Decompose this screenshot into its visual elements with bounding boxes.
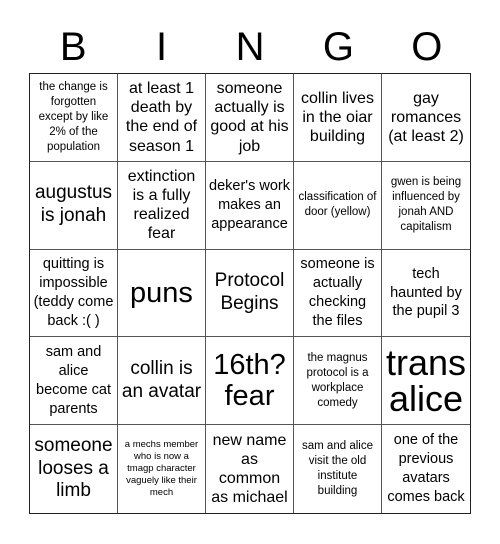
bingo-cell-r3c1[interactable]: quitting is impossible (teddy come back … [30,249,118,338]
header-letter-g: G [322,25,354,69]
bingo-cell-r4c2[interactable]: collin is an avatar [118,337,206,426]
bingo-cell-r5c4[interactable]: sam and alice visit the old institute bu… [294,425,382,513]
bingo-cell-r4c1[interactable]: sam and alice become cat parents [30,337,118,426]
bingo-cell-r5c1[interactable]: someone looses a limb [30,425,118,513]
bingo-cell-r1c2[interactable]: at least 1 death by the end of season 1 [118,74,206,162]
header-letter-b: B [59,25,87,69]
bingo-cell-r2c2[interactable]: extinction is a fully realized fear [118,161,206,250]
bingo-cell-r5c3[interactable]: new name as common as michael [206,425,294,513]
bingo-cell-r3c4[interactable]: someone is actually checking the files [294,249,382,338]
bingo-cell-r4c4[interactable]: the magnus protocol is a workplace comed… [294,337,382,426]
bingo-cell-r1c4[interactable]: collin lives in the oiar building [294,74,382,162]
bingo-cell-r5c2[interactable]: a mechs member who is now a tmagp charac… [118,425,206,513]
bingo-cell-r2c1[interactable]: augustus is jonah [30,161,118,250]
bingo-cell-r3c5[interactable]: tech haunted by the pupil 3 [382,250,470,338]
bingo-cell-r1c1[interactable]: the change is forgotten except by like 2… [30,74,118,162]
bingo-cell-r3c2[interactable]: puns [118,249,206,338]
header-letter-i: I [156,25,168,69]
bingo-cell-r4c5[interactable]: trans alice [382,337,470,426]
bingo-cell-r1c5[interactable]: gay romances (at least 2) [382,74,470,162]
bingo-board: the change is forgotten except by like 2… [29,73,471,514]
bingo-cell-r1c3[interactable]: someone actually is good at his job [206,74,294,162]
bingo-header: B I N G O [29,22,471,72]
bingo-cell-r2c5[interactable]: gwen is being influenced by jonah AND ca… [382,162,470,250]
bingo-cell-r4c3[interactable]: 16th? fear [206,337,294,426]
bingo-cell-r3c3[interactable]: Protocol Begins [206,249,294,338]
bingo-cell-r2c4[interactable]: classification of door (yellow) [294,161,382,250]
bingo-cell-r2c3[interactable]: deker's work makes an appearance [206,161,294,250]
bingo-cell-r5c5[interactable]: one of the previous avatars comes back [382,425,470,513]
header-letter-o: O [411,25,443,69]
header-letter-n: N [235,25,265,69]
